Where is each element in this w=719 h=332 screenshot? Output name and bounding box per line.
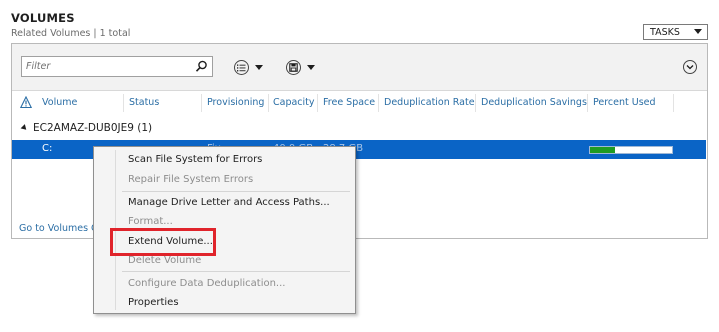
chevron-down-icon — [307, 65, 315, 70]
column-divider — [317, 94, 318, 112]
column-free-space[interactable]: Free Space — [323, 97, 375, 108]
column-divider — [123, 94, 124, 112]
save-query-button[interactable] — [286, 59, 315, 76]
menu-separator — [122, 191, 350, 192]
percent-used-fill — [590, 147, 615, 153]
section-subtitle: Related Volumes | 1 total — [11, 28, 131, 39]
column-status[interactable]: Status — [129, 97, 159, 108]
cell-volume: C: — [42, 143, 53, 154]
menu-separator — [122, 271, 350, 272]
menu-item-manage-drive-letter[interactable]: Manage Drive Letter and Access Paths... — [128, 197, 330, 208]
collapse-icon — [686, 62, 694, 73]
menu-item-properties[interactable]: Properties — [128, 297, 179, 308]
toolbar — [12, 44, 707, 91]
column-dedup-savings[interactable]: Deduplication Savings — [481, 97, 587, 108]
menu-item-scan-file-system[interactable]: Scan File System for Errors — [128, 154, 262, 165]
chevron-down-icon — [255, 65, 263, 70]
extend-volume-highlight — [110, 228, 216, 256]
column-dedup-rate[interactable]: Deduplication Rate — [384, 97, 475, 108]
column-volume[interactable]: Volume — [42, 97, 77, 108]
column-divider — [378, 94, 379, 112]
list-view-icon — [234, 60, 249, 75]
search-icon[interactable] — [194, 59, 209, 74]
group-label: EC2AMAZ-DUB0JE9 (1) — [33, 122, 153, 134]
column-header: Volume Status Provisioning Capacity Free… — [12, 92, 707, 114]
menu-item-configure-dedup[interactable]: Configure Data Deduplication... — [128, 278, 285, 289]
column-divider — [587, 94, 588, 112]
column-percent-used[interactable]: Percent Used — [593, 97, 656, 108]
save-query-icon — [286, 60, 301, 75]
column-capacity[interactable]: Capacity — [273, 97, 315, 108]
menu-item-delete-volume[interactable]: Delete Volume — [128, 255, 201, 266]
section-title: VOLUMES — [11, 11, 75, 25]
filter-box — [21, 56, 213, 77]
column-divider — [475, 94, 476, 112]
chevron-down-icon — [694, 29, 702, 34]
column-divider — [673, 94, 674, 112]
view-options-button[interactable] — [234, 59, 263, 76]
column-divider — [268, 94, 269, 112]
tasks-label: TASKS — [650, 26, 680, 38]
column-provisioning[interactable]: Provisioning — [207, 97, 264, 108]
filter-input[interactable] — [22, 57, 187, 76]
collapse-button[interactable] — [683, 60, 697, 74]
menu-item-repair-file-system[interactable]: Repair File System Errors — [128, 174, 253, 185]
percent-used-bar — [589, 146, 673, 154]
column-divider — [201, 94, 202, 112]
menu-item-format[interactable]: Format... — [128, 216, 173, 227]
expand-triangle-icon[interactable] — [20, 124, 29, 132]
tasks-button[interactable]: TASKS — [643, 24, 708, 40]
group-header[interactable]: EC2AMAZ-DUB0JE9 (1) — [20, 122, 153, 134]
warning-icon[interactable] — [19, 95, 33, 112]
